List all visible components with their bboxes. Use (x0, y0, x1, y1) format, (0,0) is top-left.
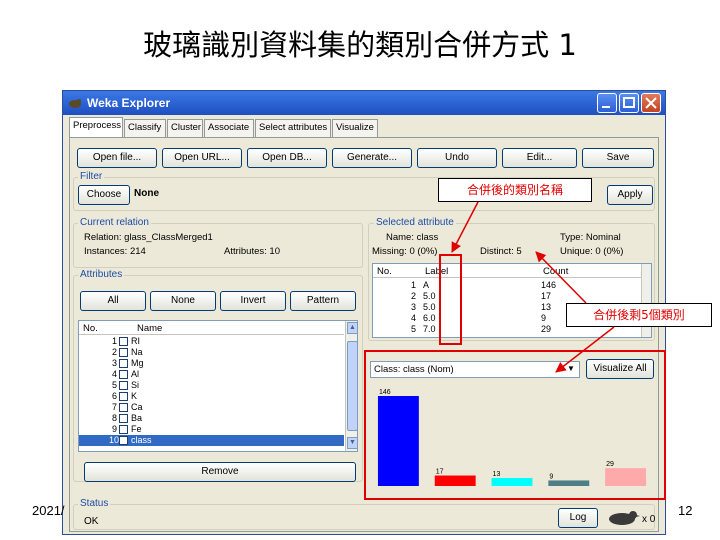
arrow-to-histogram (555, 326, 615, 373)
arrow-to-distinct (535, 251, 587, 304)
arrow-to-labels (451, 201, 479, 253)
annotation-arrows (451, 201, 615, 373)
